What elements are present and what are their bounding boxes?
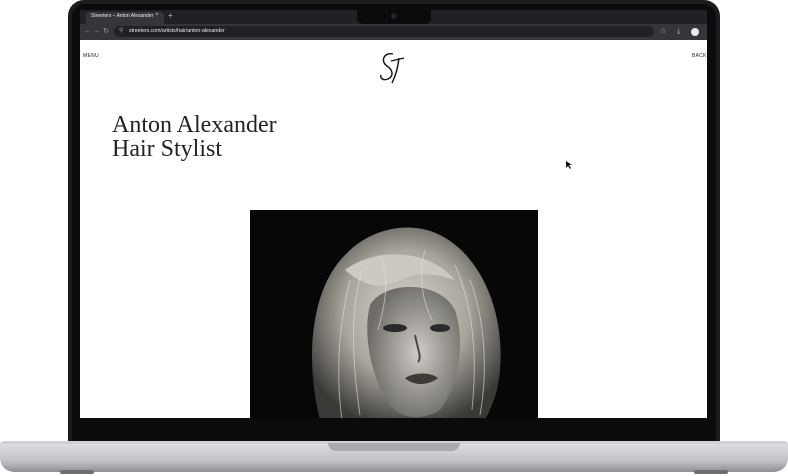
forward-arrow-icon[interactable]: → [93,27,100,37]
site-info-icon[interactable]: ⚲ [119,27,123,34]
screen-bottom-bezel [80,418,707,442]
artist-name-heading: Anton Alexander [112,112,277,138]
back-arrow-icon[interactable]: ← [84,27,91,37]
laptop-foot-left [60,470,94,474]
tab-title: Streeters – Anton Alexander [91,13,154,19]
mouse-cursor-icon [566,161,572,169]
address-bar[interactable]: ⚲ streeters.com/artists/hair/anton-alexa… [114,26,654,37]
streeters-logo[interactable] [376,49,412,89]
back-link[interactable]: BACK [692,53,707,59]
screen: Streeters – Anton Alexander × + ← → ↻ ⚲ … [80,10,707,418]
reload-icon[interactable]: ↻ [103,27,109,37]
new-tab-icon[interactable]: + [168,11,173,21]
laptop-foot-right [694,470,728,474]
artist-role-heading: Hair Stylist [112,136,223,162]
camera-icon [391,13,397,19]
web-page: MENU BACK Anton Alexander Hair Stylist [80,40,707,418]
profile-avatar[interactable] [691,28,699,36]
browser-tab[interactable]: Streeters – Anton Alexander × [86,12,164,24]
browser-toolbar: ← → ↻ ⚲ streeters.com/artists/hair/anton… [80,24,707,40]
bookmark-star-icon[interactable]: ☆ [660,27,666,37]
menu-link[interactable]: MENU [83,53,99,59]
lid-opening-notch [328,443,460,451]
artist-portrait-photo[interactable] [250,210,538,418]
url-text[interactable]: streeters.com/artists/hair/anton-alexand… [129,28,225,34]
portrait-illustration [250,210,538,418]
download-icon[interactable]: ⤓ [677,27,680,37]
close-tab-icon[interactable]: × [155,12,159,18]
